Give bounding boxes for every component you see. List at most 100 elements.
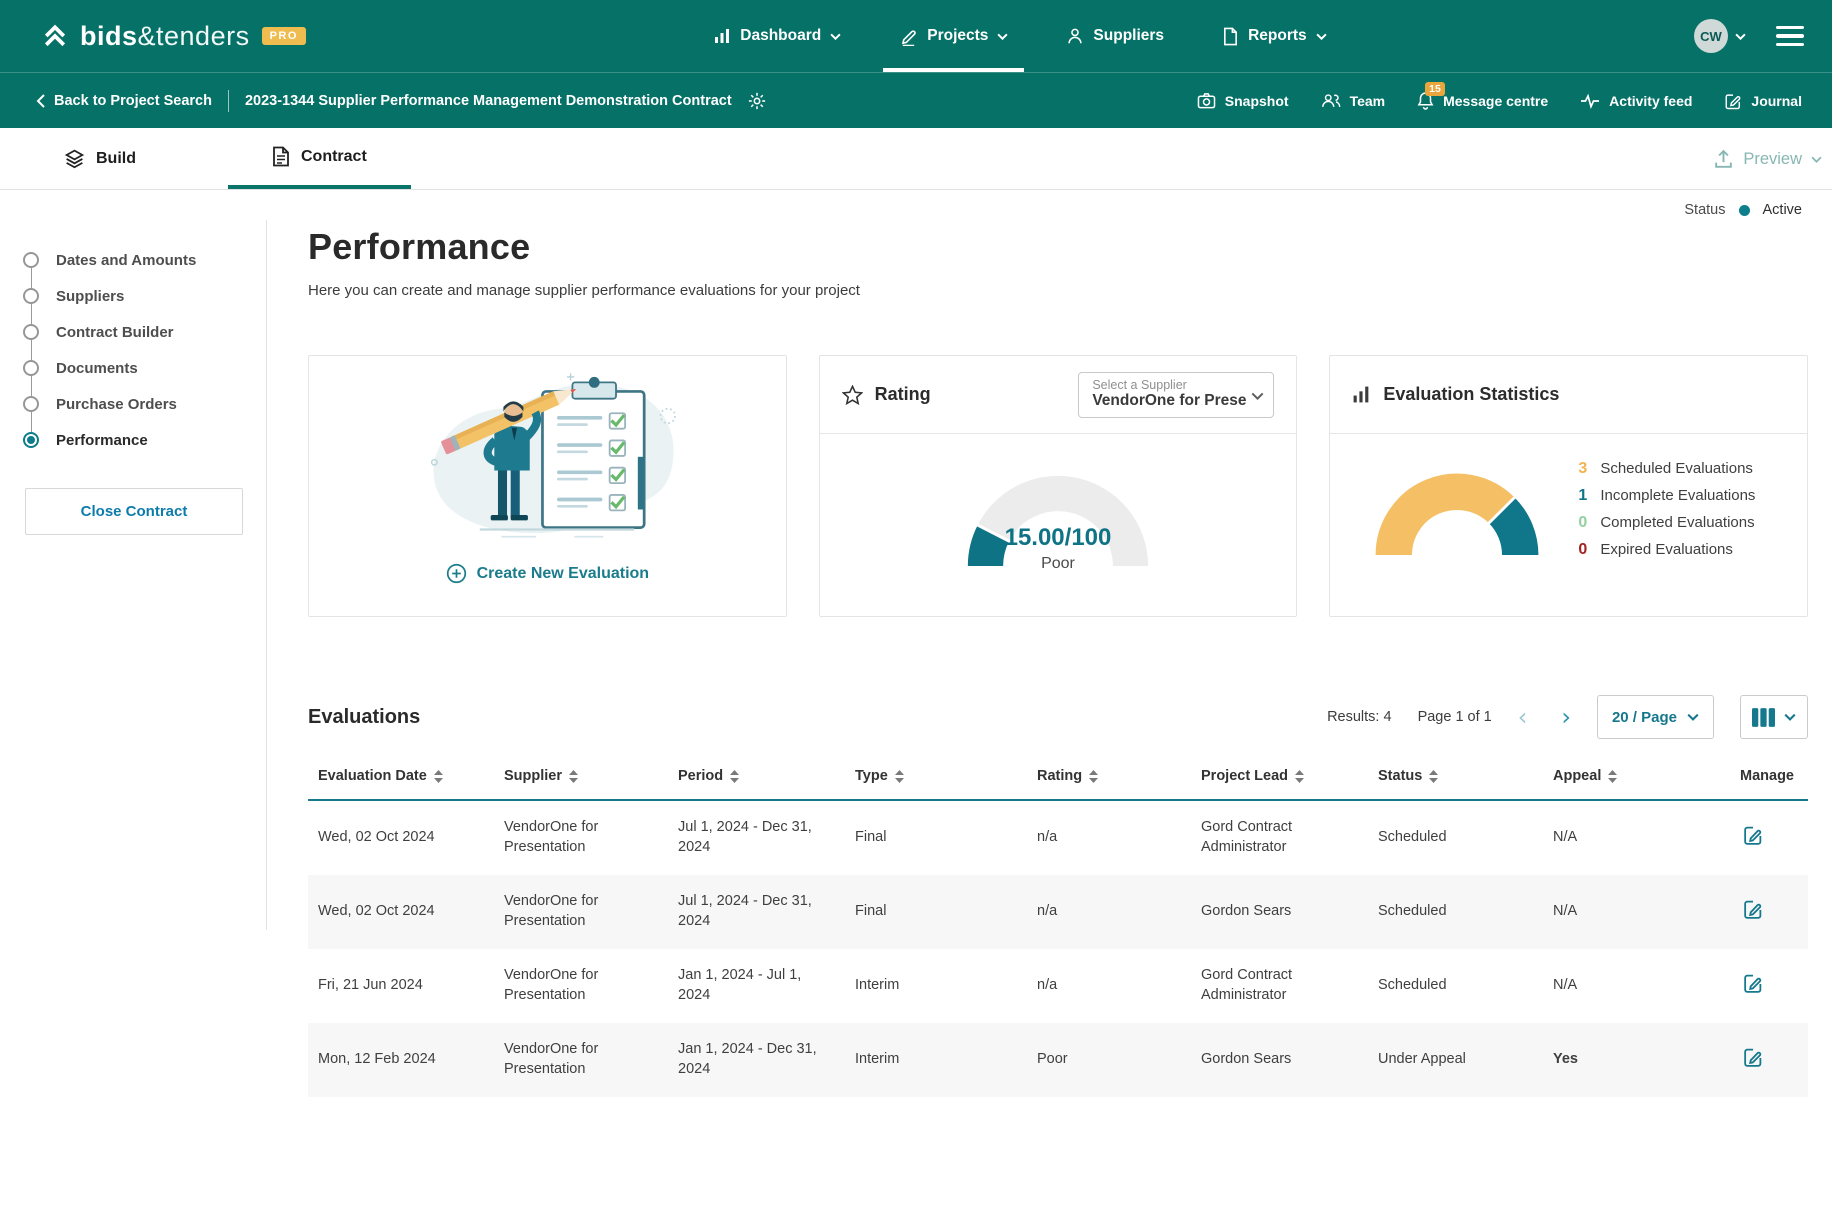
cell-project-lead: Gordon Sears: [1191, 892, 1368, 932]
bar-chart-icon: [1352, 385, 1371, 404]
column-header-evaluation-date[interactable]: Evaluation Date: [308, 753, 494, 799]
brand-logo[interactable]: bids&tenders PRO: [40, 0, 306, 72]
column-header-appeal[interactable]: Appeal: [1543, 753, 1730, 799]
next-page-button[interactable]: ›: [1561, 705, 1571, 729]
message-count-badge: 15: [1425, 82, 1445, 96]
cell-supplier: VendorOne for Presentation: [494, 1030, 668, 1089]
cell-appeal: N/A: [1543, 966, 1730, 1006]
activity-pulse-icon: [1580, 93, 1600, 109]
column-header-project-lead[interactable]: Project Lead: [1191, 753, 1368, 799]
cell-rating: n/a: [1027, 892, 1191, 932]
cell-rating: Poor: [1027, 1040, 1191, 1080]
person-icon: [1066, 27, 1084, 45]
evaluation-statistics-card: Evaluation Statistics 3 Scheduled Evalua…: [1329, 355, 1808, 617]
pagination-controls: Results: 4 Page 1 of 1 ‹ › 20 / Page: [1327, 695, 1808, 739]
stepper: Dates and Amounts Suppliers Contract Bui…: [23, 242, 266, 458]
content-area: Dates and Amounts Suppliers Contract Bui…: [0, 220, 1832, 1097]
cell-appeal: N/A: [1543, 892, 1730, 932]
camera-icon: [1197, 92, 1216, 109]
divider: [228, 90, 229, 112]
pencil-icon: [899, 27, 918, 46]
per-page-select[interactable]: 20 / Page: [1597, 695, 1714, 739]
evaluation-illustration: [392, 366, 702, 544]
edit-evaluation-button[interactable]: [1740, 897, 1765, 922]
summary-cards: Create New Evaluation Rating Select a Su…: [308, 355, 1808, 617]
edit-evaluation-button[interactable]: [1740, 823, 1765, 848]
avatar[interactable]: CW: [1694, 19, 1728, 53]
edit-evaluation-button[interactable]: [1740, 971, 1765, 996]
sort-icon: [1429, 770, 1438, 783]
user-menu[interactable]: CW: [1694, 19, 1746, 53]
page-title: Performance: [308, 226, 1808, 268]
column-header-rating[interactable]: Rating: [1027, 753, 1191, 799]
back-to-project-search[interactable]: Back to Project Search: [36, 93, 212, 109]
sort-icon: [1089, 770, 1098, 783]
sidebar-item-documents[interactable]: Documents: [23, 350, 266, 386]
journal-button[interactable]: Journal: [1724, 92, 1802, 110]
tab-contract[interactable]: Contract: [228, 128, 411, 189]
column-header-type[interactable]: Type: [845, 753, 1027, 799]
edit-icon: [1742, 1047, 1763, 1068]
legend-item-expired: 0 Expired Evaluations: [1578, 541, 1755, 559]
sidebar-item-dates-and-amounts[interactable]: Dates and Amounts: [23, 242, 266, 278]
team-button[interactable]: Team: [1321, 92, 1386, 109]
layers-icon: [64, 148, 85, 169]
cell-appeal-link[interactable]: Yes: [1543, 1040, 1730, 1080]
column-header-supplier[interactable]: Supplier: [494, 753, 668, 799]
step-circle: [23, 432, 39, 448]
evaluations-table: Evaluation Date Supplier Period Type Rat…: [308, 753, 1808, 1097]
cell-project-lead: Gordon Sears: [1191, 1040, 1368, 1080]
gear-icon[interactable]: [748, 92, 766, 110]
supplier-select[interactable]: Select a Supplier VendorOne for Presenta…: [1078, 372, 1274, 418]
results-count: Results: 4: [1327, 709, 1391, 725]
column-header-status[interactable]: Status: [1368, 753, 1543, 799]
cell-type: Interim: [845, 966, 1027, 1006]
rating-gauge: 15.00/100 Poor: [960, 468, 1156, 570]
top-nav-menu: Dashboard Projects Suppliers Reports: [346, 0, 1694, 72]
create-new-evaluation-link[interactable]: Create New Evaluation: [446, 563, 650, 584]
cell-evaluation-date: Mon, 12 Feb 2024: [308, 1040, 494, 1080]
sidebar-item-performance[interactable]: Performance: [23, 422, 266, 458]
sort-icon: [434, 770, 443, 783]
contract-title: 2023-1344 Supplier Performance Managemen…: [245, 93, 732, 109]
tab-build[interactable]: Build: [64, 128, 180, 189]
cell-status: Scheduled: [1368, 966, 1543, 1006]
sidebar-item-suppliers[interactable]: Suppliers: [23, 278, 266, 314]
step-circle: [23, 252, 39, 268]
cell-supplier: VendorOne for Presentation: [494, 956, 668, 1015]
column-header-period[interactable]: Period: [668, 753, 845, 799]
nav-suppliers[interactable]: Suppliers: [1050, 0, 1180, 72]
page-subtitle: Here you can create and manage supplier …: [308, 282, 1808, 299]
hamburger-menu-icon[interactable]: [1776, 26, 1804, 47]
snapshot-button[interactable]: Snapshot: [1197, 92, 1289, 109]
sidebar-item-contract-builder[interactable]: Contract Builder: [23, 314, 266, 350]
edit-evaluation-button[interactable]: [1740, 1045, 1765, 1070]
nav-dashboard[interactable]: Dashboard: [697, 0, 857, 72]
stats-legend: 3 Scheduled Evaluations 1 Incomplete Eva…: [1578, 460, 1755, 559]
previous-page-button[interactable]: ‹: [1518, 705, 1528, 729]
nav-projects[interactable]: Projects: [883, 0, 1024, 72]
nav-reports[interactable]: Reports: [1206, 0, 1343, 72]
stats-donut-svg: [1366, 462, 1548, 558]
contract-document-icon: [272, 146, 290, 167]
status-value: Active: [1763, 202, 1803, 218]
rating-card: Rating Select a Supplier VendorOne for P…: [819, 355, 1298, 617]
chevron-down-icon: [1316, 33, 1327, 40]
sidebar-item-purchase-orders[interactable]: Purchase Orders: [23, 386, 266, 422]
table-row: Fri, 21 Jun 2024 VendorOne for Presentat…: [308, 949, 1808, 1023]
cell-type: Final: [845, 892, 1027, 932]
project-bar: Back to Project Search 2023-1344 Supplie…: [0, 72, 1832, 128]
sort-icon: [1608, 770, 1617, 783]
table-header-row: Evaluation Date Supplier Period Type Rat…: [308, 753, 1808, 801]
cell-evaluation-date: Wed, 02 Oct 2024: [308, 892, 494, 932]
cell-evaluation-date: Wed, 02 Oct 2024: [308, 818, 494, 858]
activity-feed-button[interactable]: Activity feed: [1580, 93, 1692, 109]
column-settings-button[interactable]: [1740, 695, 1808, 739]
cell-appeal: N/A: [1543, 818, 1730, 858]
message-centre-button[interactable]: 15 Message centre: [1417, 91, 1548, 110]
close-contract-button[interactable]: Close Contract: [25, 488, 243, 535]
edit-icon: [1742, 899, 1763, 920]
preview-button[interactable]: Preview: [1713, 128, 1822, 190]
performance-main: Performance Here you can create and mana…: [267, 220, 1832, 1097]
step-circle: [23, 360, 39, 376]
